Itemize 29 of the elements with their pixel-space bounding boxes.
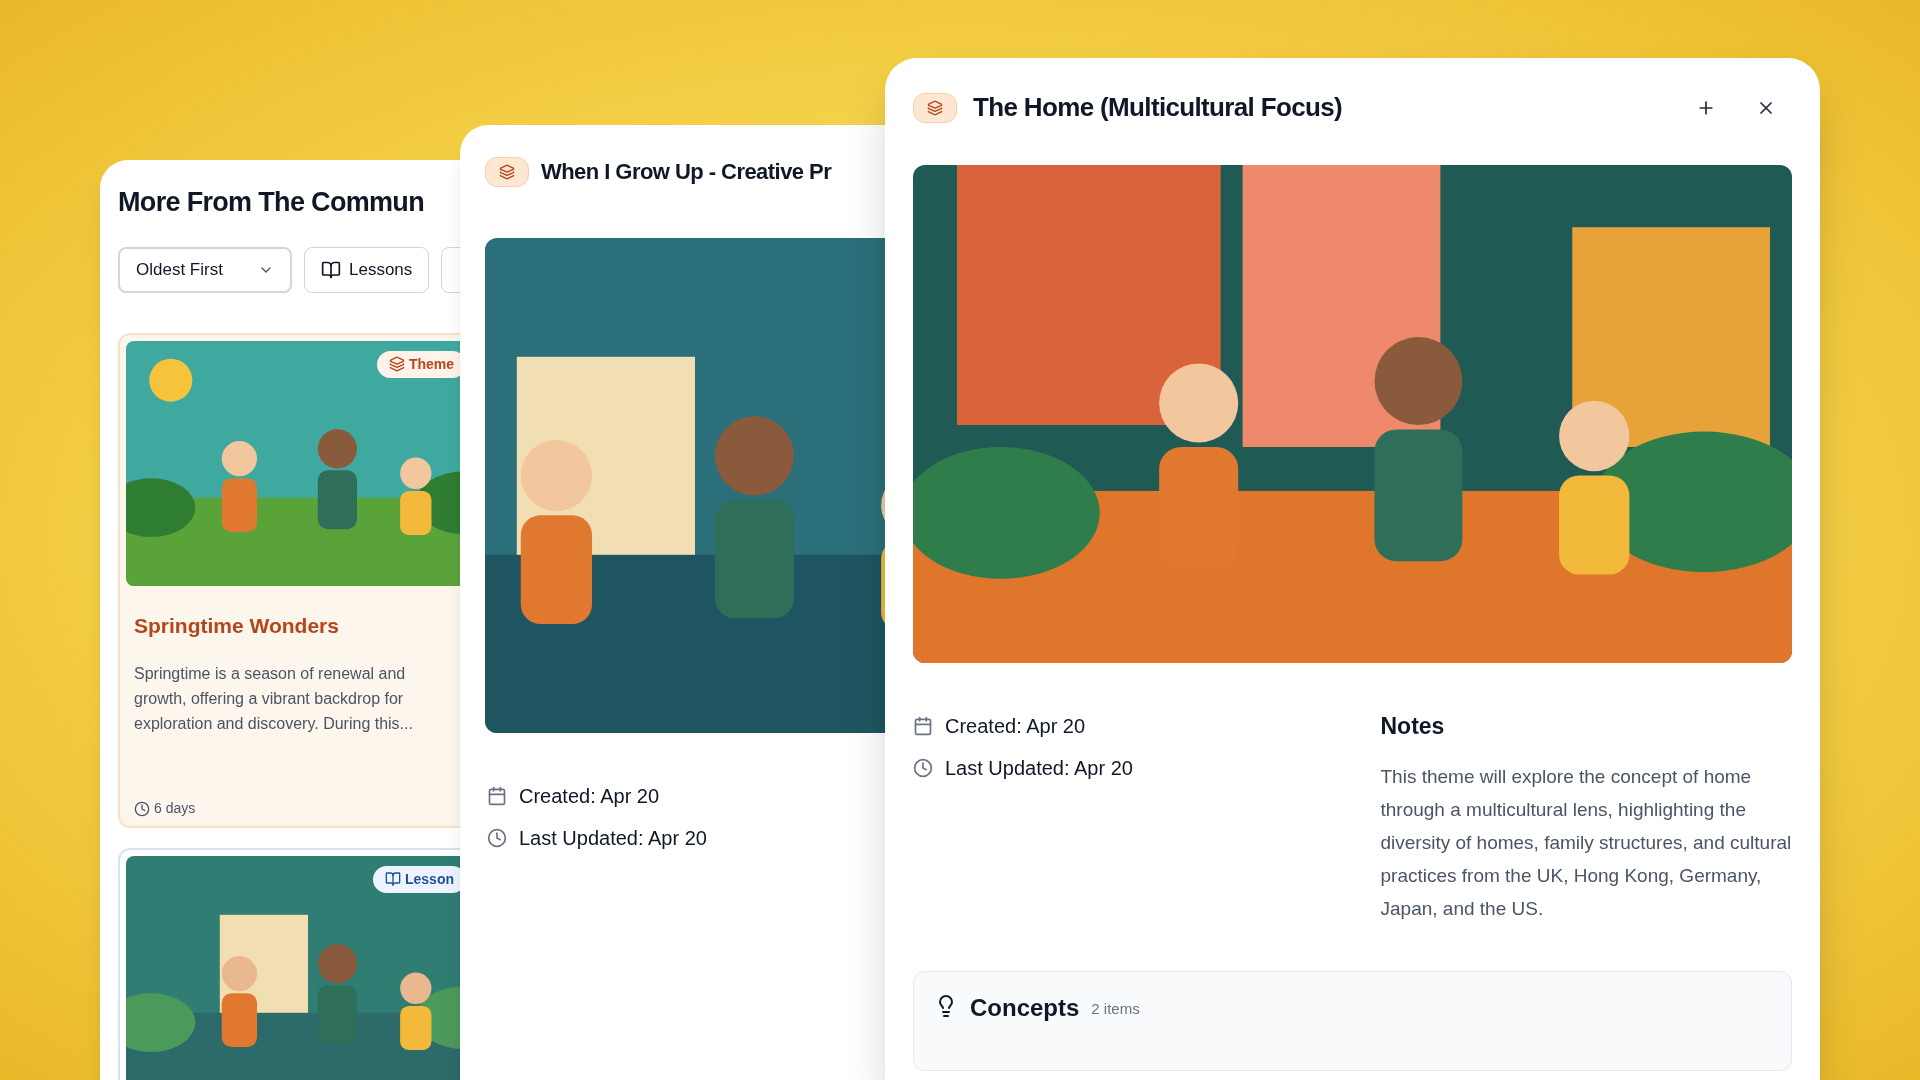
panel-title: The Home (Multicultural Focus)	[973, 91, 1343, 124]
created-date: Created: Apr 20	[945, 714, 1086, 739]
book-icon	[321, 259, 341, 280]
created-date: Created: Apr 20	[519, 784, 660, 809]
calendar-icon	[487, 786, 507, 806]
card-title: Springtime Wonders	[134, 612, 340, 639]
community-card[interactable]: Lesson	[118, 847, 460, 1080]
panel-title: More From The Commun	[118, 186, 425, 219]
layers-icon	[485, 156, 529, 187]
book-icon	[385, 871, 401, 887]
calendar-icon	[913, 716, 933, 736]
clock-icon	[487, 828, 507, 848]
updated-date: Last Updated: Apr 20	[945, 756, 1133, 781]
concepts-title: Concepts	[970, 992, 1080, 1023]
filter-button[interactable]: Lessons	[304, 246, 430, 293]
layers-icon	[913, 92, 957, 123]
clock-icon	[134, 800, 150, 817]
card-duration: 6 days	[154, 799, 196, 818]
concepts-count: 2 items	[1091, 998, 1140, 1019]
community-card[interactable]: Theme Springtime Wonders Springtime is a season of renewal and growth, offering a vibrant backdrop for exploration and discovery. During this... 6 days	[118, 332, 460, 828]
clock-icon	[913, 758, 933, 778]
updated-date: Last Updated: Apr 20	[519, 826, 707, 851]
sort-value: Oldest First	[136, 258, 223, 281]
notes-heading: Notes	[1380, 712, 1446, 741]
sort-dropdown[interactable]: Oldest First	[118, 246, 292, 293]
card-description: Springtime is a season of renewal and growth, offering a vibrant backdrop for exploration and discovery. During this...	[134, 664, 414, 734]
layers-icon	[388, 356, 405, 372]
notes-text: This theme will explore the concept of home through a multicultural lens, highlighting the diversity of homes, family structures, and cultural practices from the UK, Hong Kong, Germany, Japan, and the US.	[1380, 764, 1793, 921]
panel-title: When I Grow Up - Creative Pr	[541, 158, 832, 186]
